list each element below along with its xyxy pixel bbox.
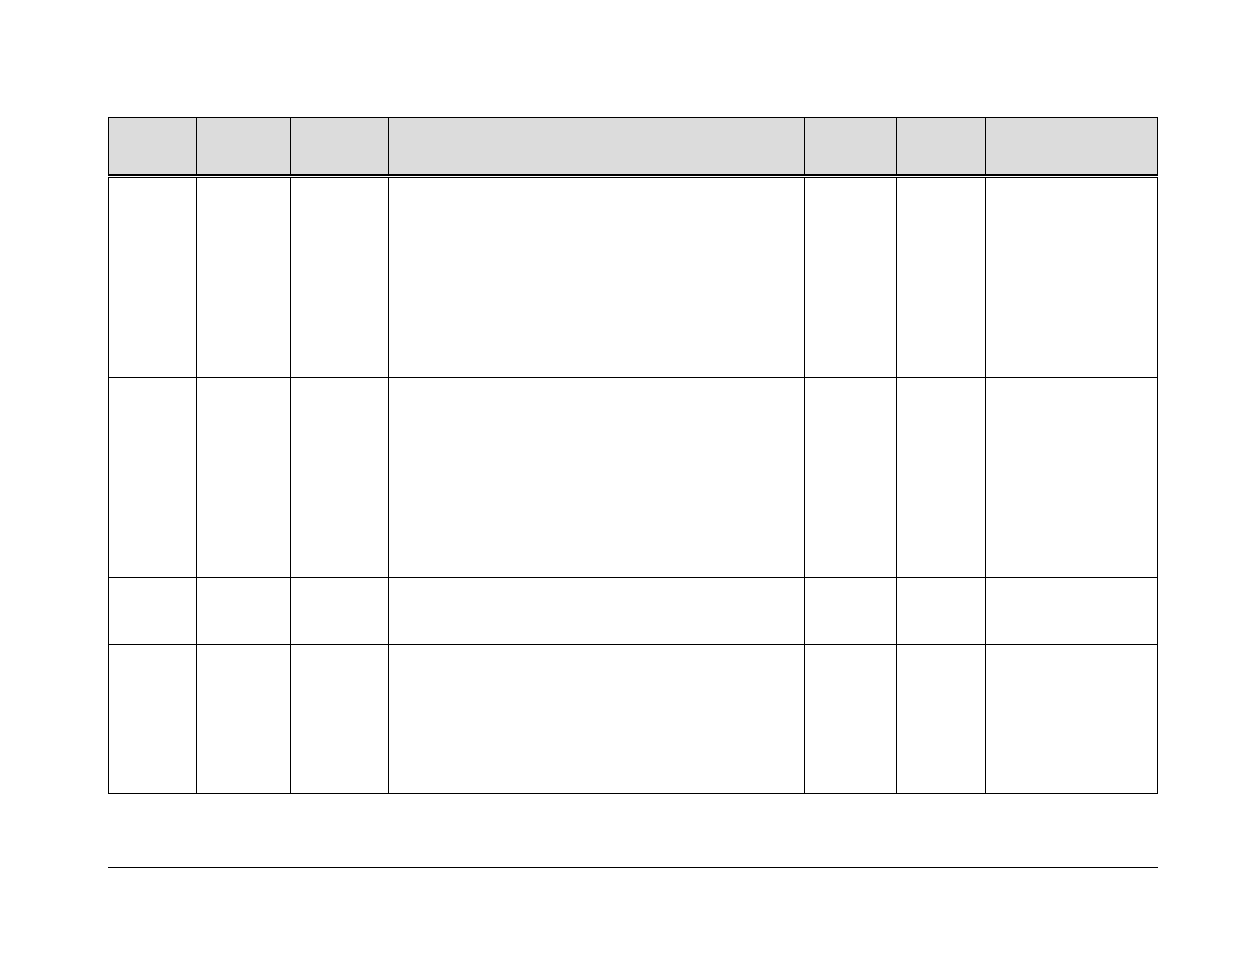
table-header-cell (896, 118, 985, 175)
table-header-row (108, 118, 1158, 178)
table-cell (290, 578, 388, 645)
table-cell (804, 178, 896, 378)
table-cell (388, 178, 804, 378)
table-header-cell (804, 118, 896, 175)
table-row (108, 645, 1158, 793)
table-cell (196, 178, 290, 378)
table-header-cell (290, 118, 388, 175)
table-header-cell (196, 118, 290, 175)
table-row (108, 578, 1158, 645)
table-cell (985, 645, 1158, 793)
table-cell (804, 378, 896, 578)
table-cell (108, 645, 196, 793)
page (0, 0, 1235, 954)
data-table (108, 117, 1158, 794)
table-cell (290, 378, 388, 578)
table-cell (985, 178, 1158, 378)
table-cell (896, 378, 985, 578)
table-cell (388, 645, 804, 793)
table-cell (985, 578, 1158, 645)
table-cell (985, 378, 1158, 578)
table-cell (196, 645, 290, 793)
table-cell (108, 178, 196, 378)
table-cell (196, 378, 290, 578)
table-cell (388, 378, 804, 578)
table-cell (290, 645, 388, 793)
table-cell (108, 578, 196, 645)
table-cell (388, 578, 804, 645)
table-header-cell (108, 118, 196, 175)
table-cell (896, 178, 985, 378)
table-cell (290, 178, 388, 378)
table-header-cell (388, 118, 804, 175)
table-cell (896, 578, 985, 645)
table-row (108, 378, 1158, 578)
table-cell (804, 578, 896, 645)
footer-rule (108, 867, 1158, 868)
table-row (108, 178, 1158, 378)
table-header-cell (985, 118, 1158, 175)
table-cell (196, 578, 290, 645)
table-cell (896, 645, 985, 793)
table-cell (108, 378, 196, 578)
table-cell (804, 645, 896, 793)
